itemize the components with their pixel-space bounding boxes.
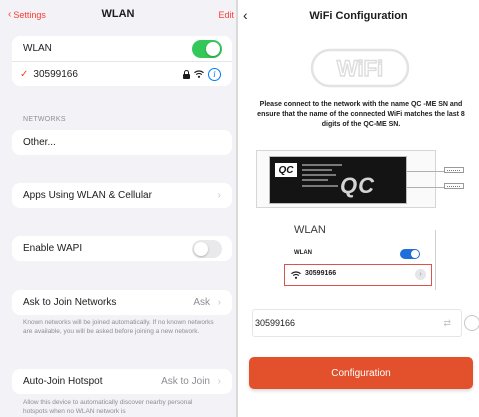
enable-wapi-row: Enable WAPI [12,236,232,261]
auto-join-hotspot-row[interactable]: Auto-Join Hotspot Ask to Join › [12,369,232,394]
wlan-settings-illustration: WLAN WLAN 30599166 › [280,216,438,292]
ask-to-join-label: Ask to Join Networks [23,297,117,308]
connection-instruction: Please connect to the network with the n… [257,101,465,128]
inset-toggle [400,249,420,259]
wlan-card: WLAN ✓ 30599166 i [12,36,232,86]
connected-network-name: 30599166 [33,68,78,80]
label-line [302,179,328,181]
wifi-icon [194,70,204,78]
other-networks-card: Other... [12,130,232,155]
wlan-label: WLAN [23,43,52,54]
chevron-right-icon: › [217,376,221,387]
wlan-toggle[interactable] [192,39,222,58]
apps-using-wlan-label: Apps Using WLAN & Cellular [23,190,152,201]
connected-network-row[interactable]: ✓ 30599166 i [12,61,232,86]
qc-watermark: QC [340,173,375,198]
other-network-row[interactable]: Other... [12,130,232,155]
connector-plug [444,167,464,173]
configuration-button[interactable]: Configuration [249,357,473,389]
info-icon[interactable]: i [208,67,221,81]
enable-wapi-label: Enable WAPI [23,243,83,254]
chevron-right-icon: › [217,297,221,308]
auto-join-card: Auto-Join Hotspot Ask to Join › [12,369,232,394]
toggle-knob [206,41,220,56]
label-line [302,164,342,166]
ask-join-card: Ask to Join Networks Ask › [12,290,232,315]
ask-to-join-value: Ask [193,297,210,308]
ask-to-join-note: Known networks will be joined automatica… [23,319,214,335]
wifi-configuration-panel: ‹ WiFi Configuration WiFi Please connect… [238,0,479,417]
label-line [302,185,338,187]
label-line [302,169,332,171]
qc-logo: QC [275,163,297,177]
apps-using-wlan-row[interactable]: Apps Using WLAN & Cellular › [12,183,232,208]
radio-button[interactable] [464,315,479,331]
wapi-toggle[interactable] [192,239,222,258]
page-title: WiFi Configuration [309,10,408,22]
auto-join-hotspot-value: Ask to Join [161,376,210,387]
auto-join-note: Allow this device to automatically disco… [23,399,193,415]
connector-plug [444,183,464,189]
inset-title: WLAN [294,224,326,236]
networks-section-header: NETWORKS [23,116,66,123]
inset-wlan-label: WLAN [294,250,312,256]
wifi-icon [291,271,301,279]
lock-icon [183,70,190,79]
inset-divider [435,230,436,290]
label-line [302,174,336,176]
checkmark-icon: ✓ [20,68,29,80]
settings-panel: ‹ Settings WLAN Edit WLAN ✓ 30599166 i N… [0,0,236,417]
apps-card: Apps Using WLAN & Cellular › [12,183,232,208]
wifi-name-value: 30599166 [255,318,296,328]
chevron-right-icon: › [415,269,426,280]
auto-join-hotspot-label: Auto-Join Hotspot [23,376,103,387]
network-icons: i [183,67,221,81]
inset-network-name: 30599166 [305,270,337,277]
navigation-bar: ‹ WiFi Configuration [238,0,479,34]
device-box: QC QC [269,156,407,204]
other-network-label: Other... [23,137,56,148]
wifi-logo-text: WiFi [337,56,383,81]
wlan-row: WLAN [12,36,232,61]
page-title: WLAN [101,8,135,20]
wifi-logo-icon: WiFi [310,48,410,88]
ask-to-join-row[interactable]: Ask to Join Networks Ask › [12,290,232,315]
device-image: QC QC [256,150,463,208]
highlighted-network: 30599166 › [284,264,432,286]
chevron-right-icon: › [217,190,221,201]
wapi-card: Enable WAPI [12,236,232,261]
navigation-bar: ‹ Settings WLAN Edit [0,0,236,32]
swap-icon[interactable]: ⇄ [443,318,451,329]
wifi-name-field[interactable]: 30599166 ⇄ [252,309,462,337]
toggle-knob [194,241,208,256]
edit-button[interactable]: Edit [218,10,234,20]
